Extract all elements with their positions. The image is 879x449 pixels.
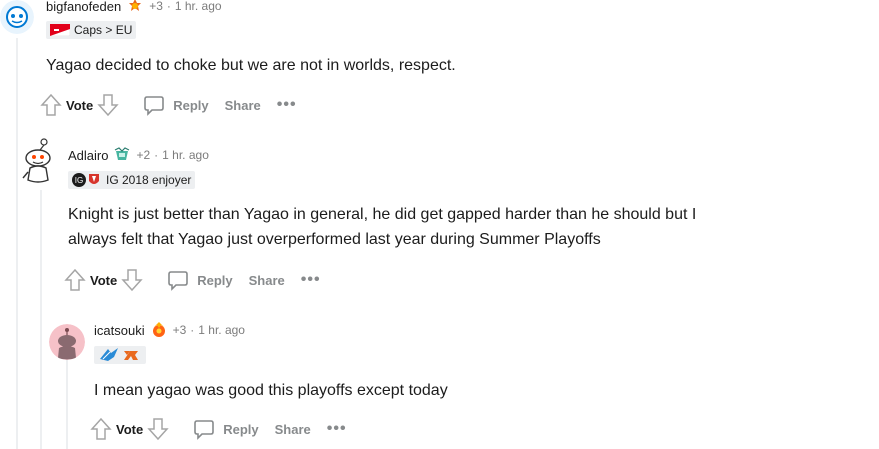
comment-body: Knight is just better than Yagao in gene…	[68, 202, 858, 252]
karma-score: +3	[149, 0, 163, 13]
reply-button[interactable]: Reply	[143, 94, 209, 116]
thread-line[interactable]	[66, 360, 68, 449]
username[interactable]: Adlairo	[68, 148, 108, 163]
karma-score: +3	[172, 323, 187, 337]
comment-meta: Adlairo +2 · 1 hr. ago	[68, 147, 209, 163]
snoo-avatar-icon	[22, 138, 51, 183]
reply-button[interactable]: Reply	[167, 269, 233, 291]
downvote-icon[interactable]	[121, 268, 143, 292]
downvote-icon[interactable]	[97, 93, 119, 117]
avatar[interactable]	[49, 324, 85, 360]
share-label: Share	[248, 272, 285, 288]
comment-actions: Vote Reply Share •••	[40, 93, 297, 117]
comment-text-line: always felt that Yagao just overperforme…	[68, 231, 601, 248]
comment-text: Yagao decided to choke but we are not in…	[46, 57, 456, 74]
reply-label: Reply	[197, 272, 233, 288]
vote-count: Vote	[116, 421, 144, 437]
comment-meta: icatsouki +3 · 1 hr. ago	[94, 322, 245, 338]
award-icon[interactable]	[151, 322, 167, 338]
comment-text-line: Knight is just better than Yagao in gene…	[68, 206, 697, 223]
vote-count: Vote	[90, 272, 118, 288]
separator-dot: ·	[154, 148, 159, 162]
share-button[interactable]: Share	[225, 98, 261, 113]
user-flair	[94, 346, 146, 364]
reply-button[interactable]: Reply	[193, 418, 259, 440]
separator-dot: ·	[166, 0, 171, 13]
award-icon[interactable]	[127, 0, 143, 14]
more-options-button[interactable]: •••	[301, 271, 321, 289]
team-logo-icon: IG	[72, 173, 99, 187]
snoo-avatar-icon	[49, 324, 85, 360]
comment-body: Yagao decided to choke but we are not in…	[46, 53, 456, 78]
share-button[interactable]: Share	[249, 273, 285, 288]
comment-body: I mean yagao was good this playoffs exce…	[94, 378, 448, 403]
reply-label: Reply	[173, 97, 209, 113]
username[interactable]: icatsouki	[94, 323, 145, 338]
timestamp[interactable]: 1 hr. ago	[175, 0, 222, 13]
comment-actions: Vote Reply Share •••	[90, 417, 347, 441]
vote-group: Vote	[90, 417, 169, 441]
user-flair: IG IG 2018 enjoyer	[68, 171, 196, 189]
thread-line[interactable]	[16, 38, 18, 449]
upvote-icon[interactable]	[64, 268, 86, 292]
award-icon[interactable]	[114, 147, 130, 163]
flair-text: IG 2018 enjoyer	[106, 173, 192, 187]
vote-group: Vote	[40, 93, 119, 117]
timestamp[interactable]: 1 hr. ago	[198, 323, 245, 337]
timestamp[interactable]: 1 hr. ago	[162, 148, 209, 162]
svg-text:IG: IG	[75, 176, 83, 185]
comment-bubble-icon	[168, 271, 189, 291]
vote-group: Vote	[64, 268, 143, 292]
thread-line[interactable]	[40, 190, 42, 449]
downvote-icon[interactable]	[147, 417, 169, 441]
share-label: Share	[274, 421, 311, 437]
comment-bubble-icon	[194, 420, 215, 440]
comment-meta: bigfanofeden +3 · 1 hr. ago	[46, 0, 222, 14]
upvote-icon[interactable]	[90, 417, 112, 441]
more-options-button[interactable]: •••	[327, 420, 347, 438]
upvote-icon[interactable]	[40, 93, 62, 117]
share-button[interactable]: Share	[275, 422, 311, 437]
flair-text: Caps > EU	[74, 23, 133, 37]
comment-bubble-icon	[144, 96, 165, 116]
avatar[interactable]	[0, 0, 34, 34]
flag-icon	[50, 24, 70, 36]
vote-count: Vote	[66, 97, 94, 113]
separator-dot: ·	[190, 323, 195, 337]
comment-text: I mean yagao was good this playoffs exce…	[94, 382, 448, 399]
share-label: Share	[224, 97, 261, 113]
team-logo-icon	[100, 348, 138, 361]
more-options-button[interactable]: •••	[277, 96, 297, 114]
comment-actions: Vote Reply Share •••	[64, 268, 321, 292]
avatar[interactable]	[22, 138, 56, 188]
snoo-avatar-icon	[0, 0, 34, 34]
reply-label: Reply	[223, 421, 259, 437]
karma-score: +2	[136, 148, 151, 162]
user-flair: Caps > EU	[46, 21, 137, 39]
username[interactable]: bigfanofeden	[46, 0, 121, 14]
